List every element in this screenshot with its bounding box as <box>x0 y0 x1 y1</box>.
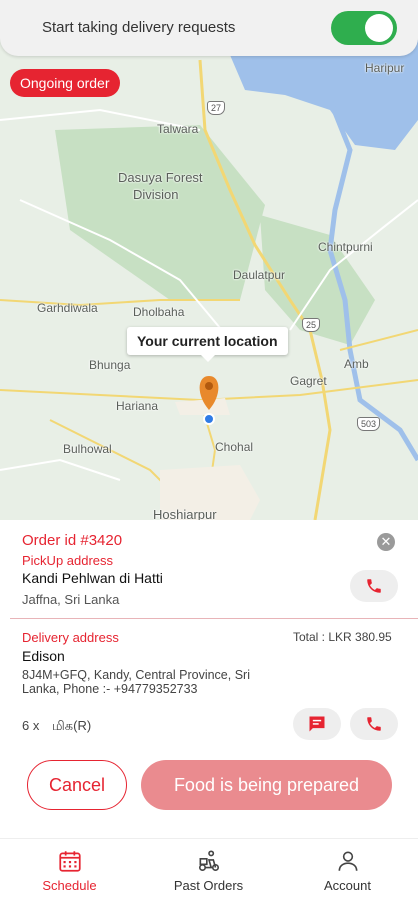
map-label: Amb <box>344 357 369 371</box>
section-divider <box>10 618 418 619</box>
chat-icon <box>309 716 325 732</box>
phone-icon <box>367 579 381 593</box>
call-pickup-button[interactable] <box>350 570 398 602</box>
map-label: Dholbaha <box>133 305 185 319</box>
map-label: Dasuya Forest <box>118 170 203 185</box>
calendar-icon <box>59 851 81 872</box>
map-label: Hariana <box>116 399 159 413</box>
delivery-scooter-icon <box>198 850 220 872</box>
user-icon <box>338 851 358 871</box>
map-label: Haripur <box>365 61 405 75</box>
message-customer-button[interactable] <box>293 708 341 740</box>
map-label: Division <box>133 187 179 202</box>
map-label: Chintpurni <box>318 240 373 254</box>
item-quantity: 6 x <box>22 718 40 733</box>
delivery-toggle-switch[interactable] <box>331 11 397 45</box>
nav-item-schedule[interactable]: Schedule <box>0 839 139 901</box>
nav-item-account[interactable]: Account <box>278 839 417 901</box>
close-icon[interactable]: ✕ <box>377 533 395 551</box>
map-label: Bulhowal <box>63 442 112 456</box>
town-area <box>175 398 230 415</box>
road <box>0 299 240 307</box>
route-shield: 503 <box>357 417 381 431</box>
order-id: Order id #3420 <box>22 532 123 549</box>
map-label: Garhdiwala <box>37 301 98 315</box>
nav-label-schedule: Schedule <box>42 878 97 893</box>
pickup-label: PickUp address <box>22 553 114 568</box>
pickup-location: Jaffna, Sri Lanka <box>22 592 120 607</box>
map-label: Chohal <box>215 440 254 454</box>
location-pin-dot <box>205 382 213 390</box>
current-location-dot <box>203 413 215 425</box>
order-total: Total : LKR 380.95 <box>293 630 392 644</box>
ongoing-order-badge[interactable]: Ongoing order <box>10 69 120 97</box>
map-label: Daulatpur <box>233 268 286 282</box>
lake <box>230 40 418 150</box>
current-location-callout: Your current location <box>127 327 288 362</box>
map-label: Gagret <box>290 374 327 388</box>
nav-label-account: Account <box>324 878 371 893</box>
map-label: Talwara <box>157 122 199 136</box>
route-shield: 25 <box>302 318 321 332</box>
call-customer-button[interactable] <box>350 708 398 740</box>
delivery-name: Edison <box>22 648 65 664</box>
pickup-name: Kandi Pehlwan di Hatti <box>22 570 163 586</box>
map-label: Hoshiarpur <box>153 507 217 520</box>
delivery-address: 8J4M+GFQ, Kandy, Central Province, Sri L… <box>22 668 250 696</box>
delivery-toggle-label: Start taking delivery requests <box>42 19 236 36</box>
order-panel: Order id #3420 ✕ PickUp address Kandi Pe… <box>0 520 418 838</box>
order-status-button[interactable]: Food is being prepared <box>141 760 392 810</box>
map-label: Bhunga <box>89 358 131 372</box>
delivery-toggle-bar: Start taking delivery requests <box>0 0 418 56</box>
bottom-navigation: Schedule Past Orders Account <box>0 838 418 901</box>
cancel-order-button[interactable]: Cancel <box>27 760 127 810</box>
phone-icon <box>367 717 381 731</box>
road-minor <box>0 458 121 481</box>
nav-label-past-orders: Past Orders <box>173 878 244 893</box>
delivery-label: Delivery address <box>22 630 119 645</box>
nav-item-past-orders[interactable]: Past Orders <box>139 839 278 901</box>
item-name: மிக(R) <box>52 718 92 733</box>
route-shield: 27 <box>207 101 226 115</box>
toggle-knob <box>365 14 393 42</box>
